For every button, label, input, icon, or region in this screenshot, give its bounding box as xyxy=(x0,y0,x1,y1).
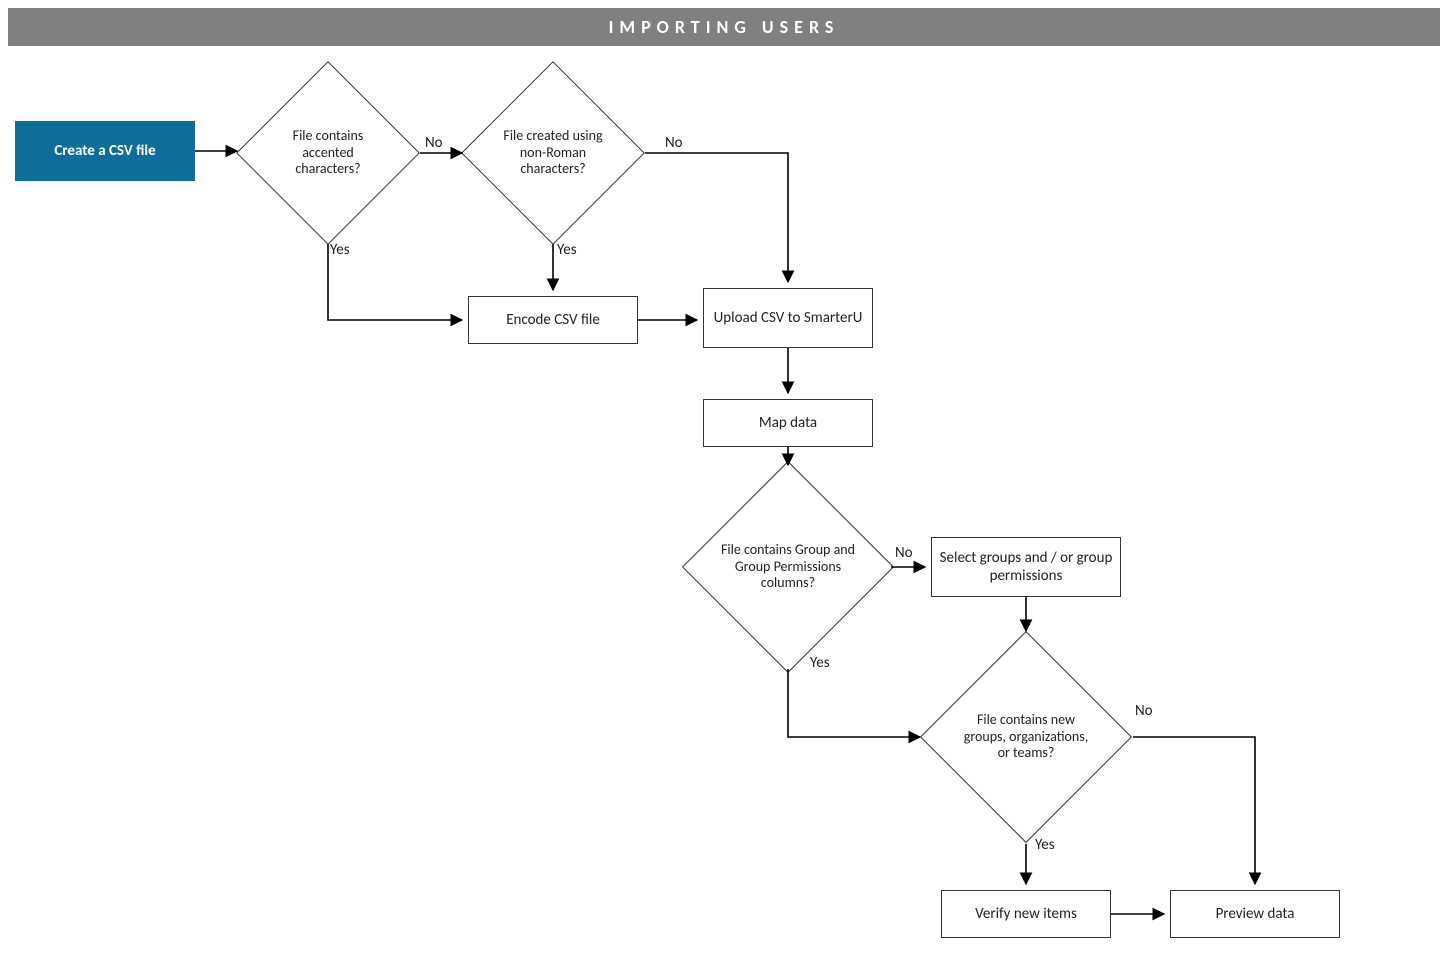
node-preview: Preview data xyxy=(1170,890,1340,938)
node-encode-label: Encode CSV file xyxy=(506,311,600,329)
node-preview-label: Preview data xyxy=(1216,905,1295,923)
header-bar: IMPORTING USERS xyxy=(8,8,1440,46)
header-title: IMPORTING USERS xyxy=(609,16,840,38)
edge-label-no: No xyxy=(425,134,443,152)
flowchart-canvas: Create a CSV file File contains accented… xyxy=(0,46,1448,966)
node-select-label: Select groups and / or group permissions xyxy=(936,549,1116,585)
node-map-label: Map data xyxy=(759,414,817,432)
edge-label-yes: Yes xyxy=(810,654,830,672)
node-verify: Verify new items xyxy=(941,890,1111,938)
node-decision-nonroman-label: File created using non-Roman characters? xyxy=(488,128,618,178)
edge-label-yes: Yes xyxy=(330,241,350,259)
edge-label-no: No xyxy=(665,134,683,152)
node-select: Select groups and / or group permissions xyxy=(931,537,1121,597)
node-encode: Encode CSV file xyxy=(468,296,638,344)
edge-label-no: No xyxy=(1135,702,1153,720)
node-decision-groupcols: File contains Group and Group Permission… xyxy=(713,492,863,642)
edge-label-yes: Yes xyxy=(1035,836,1055,854)
node-decision-newitems: File contains new groups, organizations,… xyxy=(951,662,1101,812)
node-decision-accented: File contains accented characters? xyxy=(263,88,393,218)
edge-label-no: No xyxy=(895,544,913,562)
node-upload: Upload CSV to SmarterU xyxy=(703,288,873,348)
node-decision-nonroman: File created using non-Roman characters? xyxy=(488,88,618,218)
edge-label-yes: Yes xyxy=(557,241,577,259)
node-decision-groupcols-label: File contains Group and Group Permission… xyxy=(713,542,863,592)
node-decision-accented-label: File contains accented characters? xyxy=(263,128,393,178)
node-decision-newitems-label: File contains new groups, organizations,… xyxy=(951,712,1101,762)
node-start: Create a CSV file xyxy=(15,121,195,181)
node-verify-label: Verify new items xyxy=(975,905,1077,923)
node-map: Map data xyxy=(703,399,873,447)
node-start-label: Create a CSV file xyxy=(54,142,155,160)
node-upload-label: Upload CSV to SmarterU xyxy=(714,309,863,327)
